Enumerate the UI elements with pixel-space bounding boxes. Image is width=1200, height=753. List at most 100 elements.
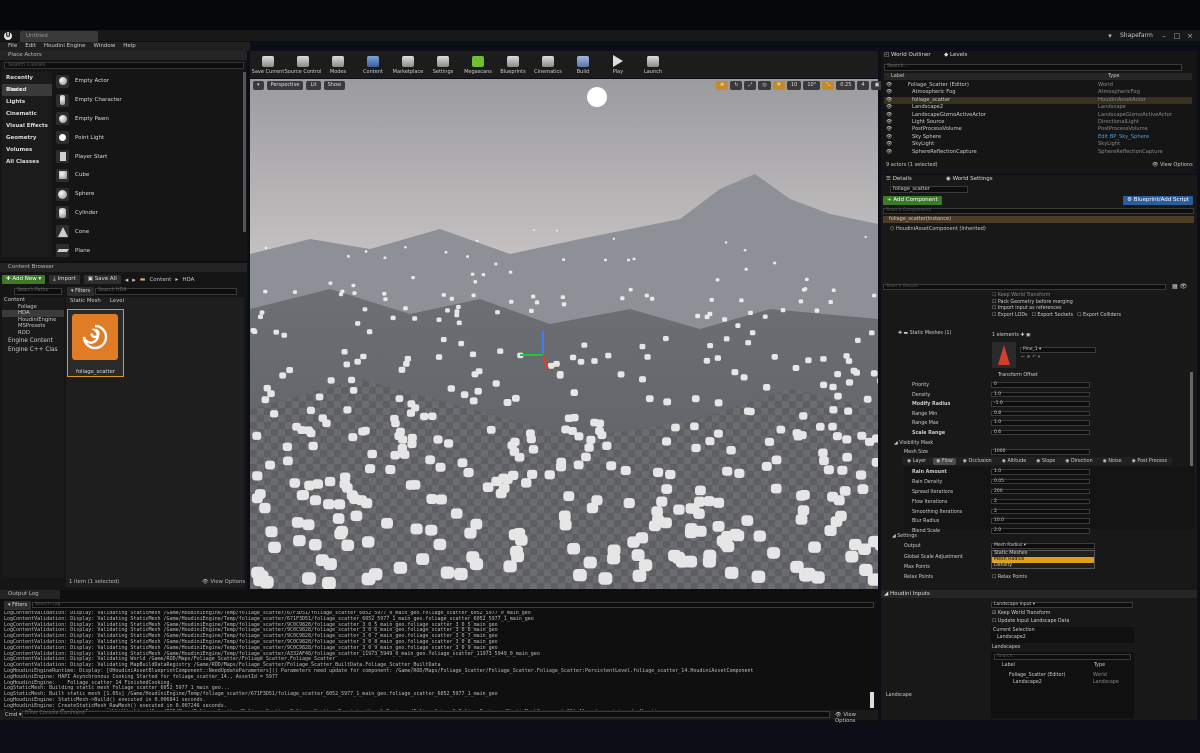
outliner-type[interactable]: Edit BP_Sky_Sphere <box>1098 134 1149 141</box>
dd-option-density[interactable]: Density <box>992 563 1094 569</box>
outliner-row[interactable]: 👁 Landscape2 Landscape <box>884 104 1192 111</box>
cat-volumes[interactable]: Volumes <box>2 144 52 156</box>
place-item[interactable]: Plane <box>54 241 242 260</box>
rotate-tool-icon[interactable]: ↻ <box>730 81 743 90</box>
search-details-input[interactable]: Search Details <box>883 284 1166 290</box>
place-item[interactable]: Point Light <box>54 128 242 147</box>
filter-tag-level[interactable]: Level <box>110 298 124 304</box>
viewport-menu-button[interactable]: ▾ <box>253 81 264 90</box>
tab-world-settings[interactable]: ◉ World Settings <box>946 176 993 182</box>
translate-tool-icon[interactable]: ✥ <box>716 81 729 90</box>
visibility-eye-icon[interactable]: 👁 <box>886 104 892 111</box>
param-value-field[interactable]: 10.0 <box>991 518 1090 524</box>
place-item[interactable]: Sphere <box>54 185 242 204</box>
scale-snap-value[interactable]: 0.25 <box>836 81 856 90</box>
tab-post-process[interactable]: ◉ Post Process <box>1129 458 1170 465</box>
menu-window[interactable]: Window <box>94 42 116 51</box>
outliner-row[interactable]: 👁 Foliage_Scatter (Editor) World <box>884 82 1192 89</box>
opt-export-sockets[interactable]: ☐ Export Sockets <box>1032 313 1074 318</box>
landscape-row[interactable]: Landscape2 Landscape <box>993 679 1131 686</box>
component-instance-row[interactable]: foliage_scatter(Instance) <box>883 216 1194 223</box>
pin-icon[interactable]: ▾ <box>1106 32 1114 40</box>
build-button[interactable]: Build <box>567 51 599 78</box>
menu-houdini-engine[interactable]: Houdini Engine <box>44 42 86 51</box>
visibility-eye-icon[interactable]: 👁 <box>886 134 892 141</box>
place-item[interactable]: Empty Pawn <box>54 110 242 129</box>
tab-world-outliner[interactable]: ◰ World Outliner <box>884 52 931 58</box>
visibility-eye-icon[interactable]: 👁 <box>886 89 892 96</box>
tree-hda[interactable]: HDA <box>2 310 64 317</box>
opt-export-colliders[interactable]: ☐ Export Colliders <box>1077 313 1121 318</box>
tree-foliage[interactable]: Foliage <box>2 304 64 311</box>
opt-pack-geometry[interactable]: ☐ Pack Geometry before merging <box>992 300 1121 305</box>
log-filters-button[interactable]: ▾ Filters <box>4 601 32 610</box>
tree-rod[interactable]: ROD <box>2 330 64 337</box>
rotation-snap-value[interactable]: 10° <box>803 81 821 90</box>
mesh-selector[interactable]: Pine_1 ▾ <box>1020 347 1096 353</box>
opt-import-references[interactable]: ☐ Import input as references <box>992 306 1121 311</box>
param-value-field[interactable]: 0.6 <box>991 429 1090 436</box>
viewport[interactable] <box>250 79 878 589</box>
tab-altitude[interactable]: ◉ Altitude <box>999 458 1029 465</box>
outliner-view-options[interactable]: 👁 View Options <box>1152 162 1193 168</box>
tree-content[interactable]: Content <box>2 297 64 304</box>
grid-snap-value[interactable]: 10 <box>787 81 802 90</box>
visibility-eye-icon[interactable]: 👁 <box>886 119 892 126</box>
param-value-field[interactable]: 2.0 <box>991 528 1090 534</box>
perspective-button[interactable]: Perspective <box>266 81 304 90</box>
tab-layer[interactable]: ◉ Layer <box>904 458 929 465</box>
launch-button[interactable]: Launch <box>637 51 669 78</box>
details-view-icon[interactable]: ▦ 👁 <box>1172 283 1187 290</box>
param-value-field[interactable]: 2 <box>991 508 1090 515</box>
outliner-row[interactable]: 👁 SkyLight SkyLight <box>884 141 1192 148</box>
place-item[interactable]: Cylinder <box>54 204 242 223</box>
cat-visual-effects[interactable]: Visual Effects <box>2 120 52 132</box>
content-button[interactable]: Content <box>357 51 389 78</box>
landscape-search-input[interactable]: Search... <box>994 654 1131 660</box>
visibility-eye-icon[interactable]: 👁 <box>886 112 892 119</box>
menu-file[interactable]: File <box>8 42 17 51</box>
outliner-row[interactable]: 👁 SphereReflectionCapture SphereReflection… <box>884 149 1192 156</box>
col-label[interactable]: Label <box>891 73 905 80</box>
console-input[interactable]: Enter Console Command <box>22 711 830 718</box>
tab-direction[interactable]: ◉ Direction <box>1062 458 1095 465</box>
param-value-field[interactable]: 0 <box>991 382 1090 388</box>
tab-levels[interactable]: ◆ Levels <box>944 52 967 58</box>
place-scrollbar[interactable] <box>243 72 246 232</box>
cinematics-button[interactable]: Cinematics <box>532 51 564 78</box>
transform-offset-label[interactable]: Transform Offset <box>998 373 1038 378</box>
place-item[interactable]: Cube <box>54 166 242 185</box>
outliner-row[interactable]: 👁 Sky Sphere Edit BP_Sky_Sphere <box>884 134 1192 141</box>
show-button[interactable]: Show <box>323 81 346 90</box>
log-view-options[interactable]: 👁 View Options <box>835 712 878 724</box>
tree-engine-content[interactable]: Engine Content <box>2 337 64 346</box>
details-scrollbar[interactable] <box>1190 372 1193 466</box>
cb-view-options[interactable]: 👁 View Options <box>202 579 245 585</box>
save-all-button[interactable]: ▣ Save All <box>83 275 121 284</box>
source-control-button[interactable]: Source Control <box>285 51 321 78</box>
search-components-input[interactable]: Search Components <box>883 208 1194 214</box>
forward-icon[interactable]: ▸ <box>132 276 136 284</box>
tree-mspresets[interactable]: MSPresets <box>2 323 64 330</box>
path-hda[interactable]: HDA <box>182 277 194 283</box>
place-search-input[interactable]: Search Classes <box>4 62 244 69</box>
visibility-eye-icon[interactable]: 👁 <box>886 82 892 89</box>
keep-world-checkbox[interactable]: ☑ Keep World Transform <box>992 611 1050 616</box>
outliner-row[interactable]: 👁 Atmospheric Fog AtmosphericFog <box>884 89 1192 96</box>
save-current-button[interactable]: Save Current <box>252 51 284 78</box>
log-search-input[interactable]: Search Log <box>32 602 874 608</box>
param-value-field[interactable]: 1.0 <box>991 469 1090 475</box>
grid-snap-icon[interactable]: # <box>772 81 785 90</box>
cat-lights[interactable]: Lights <box>2 96 52 108</box>
relax-points-checkbox[interactable]: ☐ Relax Points <box>992 575 1027 580</box>
play-button[interactable]: Play <box>602 51 634 78</box>
cat-basic[interactable]: Basic <box>2 84 52 96</box>
houdini-component-row[interactable]: ⬡ HoudiniAssetComponent (Inherited) <box>890 226 986 232</box>
cmd-label[interactable]: Cmd ▾ <box>5 712 22 718</box>
visibility-eye-icon[interactable]: 👁 <box>886 141 892 148</box>
opt-keep-world[interactable]: ☐ Keep World Transform <box>992 293 1121 298</box>
visibility-eye-icon[interactable]: 👁 <box>886 126 892 133</box>
param-value-field[interactable]: 2 <box>991 498 1090 505</box>
houdini-inputs-header[interactable]: ◢ Houdini Inputs <box>881 590 1197 598</box>
param-value-field[interactable]: -1.0 <box>991 401 1090 407</box>
